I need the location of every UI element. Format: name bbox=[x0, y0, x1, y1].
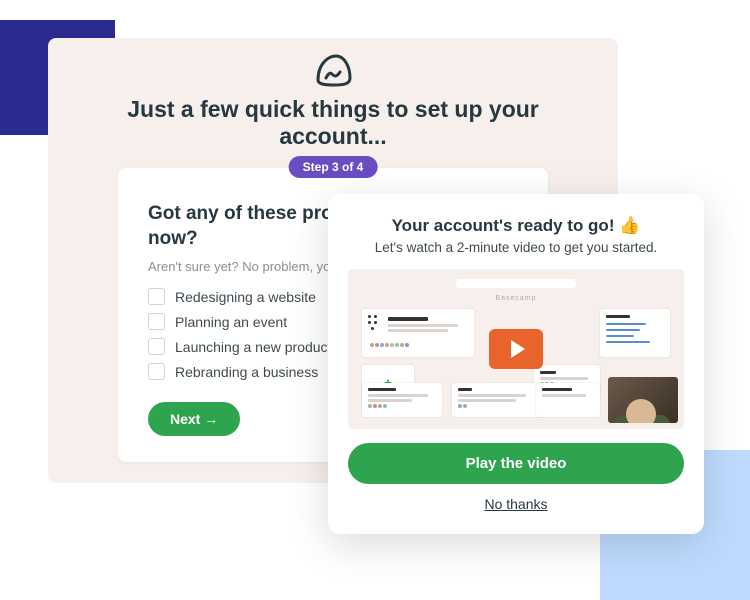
video-modal-subtitle: Let's watch a 2-minute video to get you … bbox=[348, 240, 684, 255]
presenter-thumbnail bbox=[608, 377, 678, 423]
step-badge: Step 3 of 4 bbox=[289, 156, 378, 178]
thumb-searchbar bbox=[456, 279, 576, 288]
checkbox-icon[interactable] bbox=[148, 363, 165, 380]
setup-title: Just a few quick things to set up your a… bbox=[76, 96, 590, 150]
basecamp-logo-icon bbox=[310, 52, 356, 88]
thumb-tile bbox=[600, 309, 670, 357]
video-modal-title: Your account's ready to go! 👍 bbox=[348, 216, 684, 236]
option-label: Rebranding a business bbox=[175, 364, 318, 380]
no-thanks-link[interactable]: No thanks bbox=[484, 496, 547, 512]
option-label: Redesigning a website bbox=[175, 289, 316, 305]
thumb-brand: Basecamp bbox=[495, 295, 536, 302]
play-icon[interactable] bbox=[489, 329, 543, 369]
checkbox-icon[interactable] bbox=[148, 338, 165, 355]
next-button[interactable]: Next → bbox=[148, 402, 240, 436]
option-label: Planning an event bbox=[175, 314, 287, 330]
play-video-button[interactable]: Play the video bbox=[348, 443, 684, 484]
checkbox-icon[interactable] bbox=[148, 313, 165, 330]
thumb-tile bbox=[362, 383, 442, 417]
thumb-tile bbox=[536, 383, 600, 417]
intro-video-modal: Your account's ready to go! 👍 Let's watc… bbox=[328, 194, 704, 534]
thumb-tile bbox=[452, 383, 542, 417]
thumb-tile bbox=[362, 309, 474, 357]
checkbox-icon[interactable] bbox=[148, 288, 165, 305]
grid-icon bbox=[368, 315, 382, 329]
video-thumbnail[interactable]: Basecamp + bbox=[348, 269, 684, 429]
option-label: Launching a new product bbox=[175, 339, 331, 355]
